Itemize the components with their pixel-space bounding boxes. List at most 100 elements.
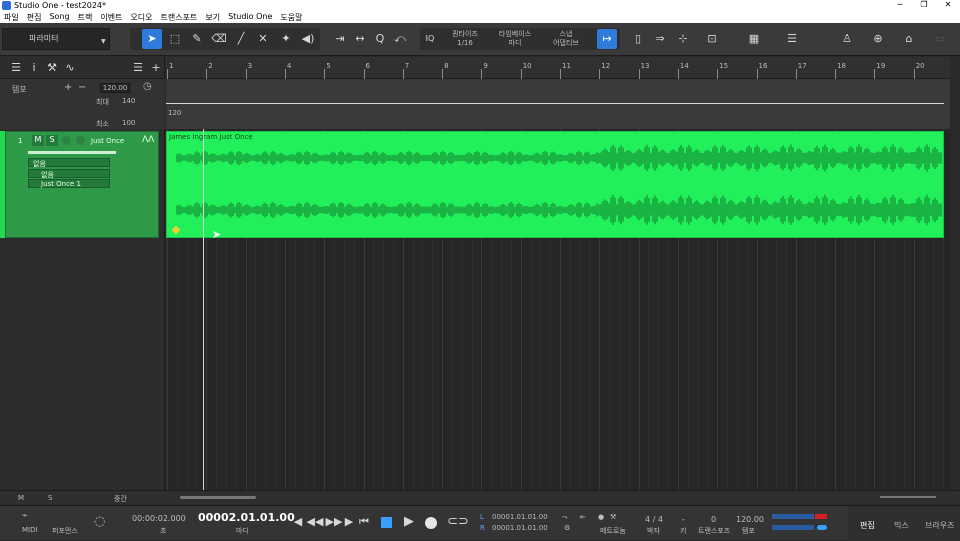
update-icon[interactable]: ⊕ [868, 29, 888, 49]
minimize-button[interactable]: ─ [888, 0, 912, 9]
output-selector[interactable]: 없음 [28, 169, 110, 179]
metronome-toggle-icon[interactable]: ● [598, 513, 604, 521]
settings-icon[interactable]: ⚙ [564, 524, 570, 532]
track-name[interactable]: Just Once [91, 137, 124, 145]
scroll-icon[interactable]: ⊹ [673, 29, 693, 49]
monitor-toggle[interactable] [817, 525, 827, 530]
tempo-min-value[interactable]: 100 [122, 119, 135, 127]
channel-selector[interactable]: Just Once 1 [28, 179, 110, 188]
user-icon[interactable]: ♙ [837, 29, 857, 49]
follow-icon[interactable]: ⇒ [650, 29, 670, 49]
listen-tool-icon[interactable]: ◀) [298, 29, 318, 49]
record-button[interactable] [425, 517, 437, 529]
arrange-view[interactable]: James Ingram Just Once ➤ [166, 129, 950, 490]
waveform-icon[interactable]: ᐱᐱ [142, 135, 154, 145]
volume-fader[interactable] [28, 151, 116, 154]
loop-icon[interactable]: ⊂⊃ [447, 512, 469, 532]
grid-view-icon[interactable]: ▦ [744, 29, 764, 49]
tab-mix[interactable]: 믹스 [894, 520, 909, 531]
tempo-value-field[interactable]: 120.00 [100, 83, 130, 93]
clock-icon[interactable]: ◷ [143, 81, 152, 92]
time-display[interactable]: 00:00:02.000 [132, 514, 186, 523]
tempo-minus-icon[interactable]: − [78, 82, 86, 93]
mute-button[interactable]: M [32, 135, 44, 146]
bend-tool-icon[interactable]: ✦ [276, 29, 296, 49]
quantize-selector[interactable]: 퀀타이즈 1/16 [446, 30, 484, 48]
solo-all-button[interactable]: S [48, 494, 52, 502]
menu-view[interactable]: 보기 [201, 11, 224, 23]
timeline-ruler[interactable]: 1 2 3 4 5 6 7 8 9 10 11 12 13 14 15 16 17 18 19 20 [166, 57, 950, 79]
range-tool-icon[interactable]: ⬚ [165, 29, 185, 49]
loop-start[interactable]: 00001.01.01.00 [492, 513, 548, 521]
close-button[interactable]: ✕ [936, 0, 960, 9]
info-icon[interactable]: i [24, 58, 44, 78]
paint-tool-icon[interactable]: ╱ [231, 29, 251, 49]
horizontal-scrollbar[interactable] [180, 496, 256, 499]
menu-icon[interactable]: ☰ [6, 58, 26, 78]
stop-button[interactable] [381, 517, 392, 528]
punch-icon[interactable]: ⤳ [562, 513, 568, 522]
snap-selector[interactable]: 스냅 어댑티브 [546, 30, 586, 48]
split-tool-icon[interactable]: ✎ [187, 29, 207, 49]
monitor-button[interactable] [76, 136, 85, 145]
menu-edit[interactable]: 편집 [23, 11, 46, 23]
precount-icon[interactable]: ⇤ [580, 513, 586, 521]
key-value[interactable]: - [682, 515, 685, 524]
add-track-icon[interactable]: + [146, 58, 166, 78]
wrench-icon[interactable]: ⚒ [42, 58, 62, 78]
time-unit[interactable]: 초 [160, 526, 166, 536]
stretch-icon[interactable]: ↔ [350, 29, 370, 49]
loop-end[interactable]: 00001.01.01.00 [492, 524, 548, 532]
menu-song[interactable]: Song [45, 11, 73, 23]
input-selector[interactable]: 없음 [28, 158, 110, 168]
tempo-lane[interactable]: 120 [166, 79, 950, 129]
go-to-previous-icon[interactable]: ⏮ [354, 512, 374, 532]
rewind-icon[interactable]: ◀◀ [305, 512, 325, 532]
position-display[interactable]: 00002.01.01.00 [198, 511, 295, 524]
menu-track[interactable]: 트랙 [74, 11, 97, 23]
mute-tool-icon[interactable]: ✕ [253, 29, 273, 49]
transpose-value[interactable]: 0 [711, 515, 716, 524]
audio-clip[interactable]: James Ingram Just Once [166, 131, 944, 238]
eraser-tool-icon[interactable]: ⌫ [209, 29, 229, 49]
iq-button[interactable]: IQ [420, 29, 440, 49]
metronome-wrench-icon[interactable]: ⚒ [610, 513, 616, 521]
snap-toggle-icon[interactable]: ↦ [597, 29, 617, 49]
position-unit[interactable]: 마디 [236, 526, 249, 536]
mute-all-button[interactable]: M [18, 494, 24, 502]
preset-selector[interactable]: 파라미터 ▼ [2, 28, 110, 50]
track-size-selector[interactable]: 중간 [114, 494, 127, 504]
clip-indicator [815, 514, 827, 519]
menu-studio-one[interactable]: Studio One [224, 11, 276, 23]
playhead[interactable] [203, 129, 204, 490]
menu-help[interactable]: 도움말 [276, 11, 306, 23]
loop-follow-icon[interactable]: ▯ [628, 29, 648, 49]
marker-icon[interactable]: ⊡ [702, 29, 722, 49]
play-button[interactable]: ▶ [399, 512, 419, 532]
automation-icon[interactable]: ∿ [60, 58, 80, 78]
tempo-display[interactable]: 120.00 [736, 515, 764, 524]
list-view-icon[interactable]: ☰ [782, 29, 802, 49]
menu-transport[interactable]: 트랜스포트 [157, 11, 202, 23]
zoom-slider[interactable] [880, 496, 936, 498]
menu-file[interactable]: 파일 [0, 11, 23, 23]
record-arm-button[interactable] [62, 136, 71, 145]
timebase-selector[interactable]: 타임베이스 마디 [494, 30, 536, 48]
quantize-icon[interactable]: Q [370, 29, 390, 49]
split-event-icon[interactable]: ⇥ [330, 29, 350, 49]
arrow-tool-icon[interactable]: ➤ [142, 29, 162, 49]
list-icon[interactable]: ☰ [128, 58, 148, 78]
signature-value[interactable]: 4 / 4 [645, 515, 663, 524]
menu-audio[interactable]: 오디오 [126, 11, 156, 23]
solo-button[interactable]: S [46, 135, 58, 146]
menu-event[interactable]: 이벤트 [96, 11, 126, 23]
page-icon[interactable]: ▭ [930, 29, 950, 49]
tab-edit[interactable]: 편집 [860, 520, 875, 531]
home-icon[interactable]: ⌂ [899, 29, 919, 49]
track-header[interactable]: 1 M S Just Once ᐱᐱ 없음 없음 Just Once 1 [5, 131, 159, 238]
tab-browse[interactable]: 브라우즈 [925, 520, 954, 531]
auto-icon[interactable]: ⤺ [390, 29, 410, 49]
tempo-max-value[interactable]: 140 [122, 97, 135, 105]
maximize-button[interactable]: ❐ [912, 0, 936, 9]
tempo-plus-icon[interactable]: + [64, 82, 72, 93]
